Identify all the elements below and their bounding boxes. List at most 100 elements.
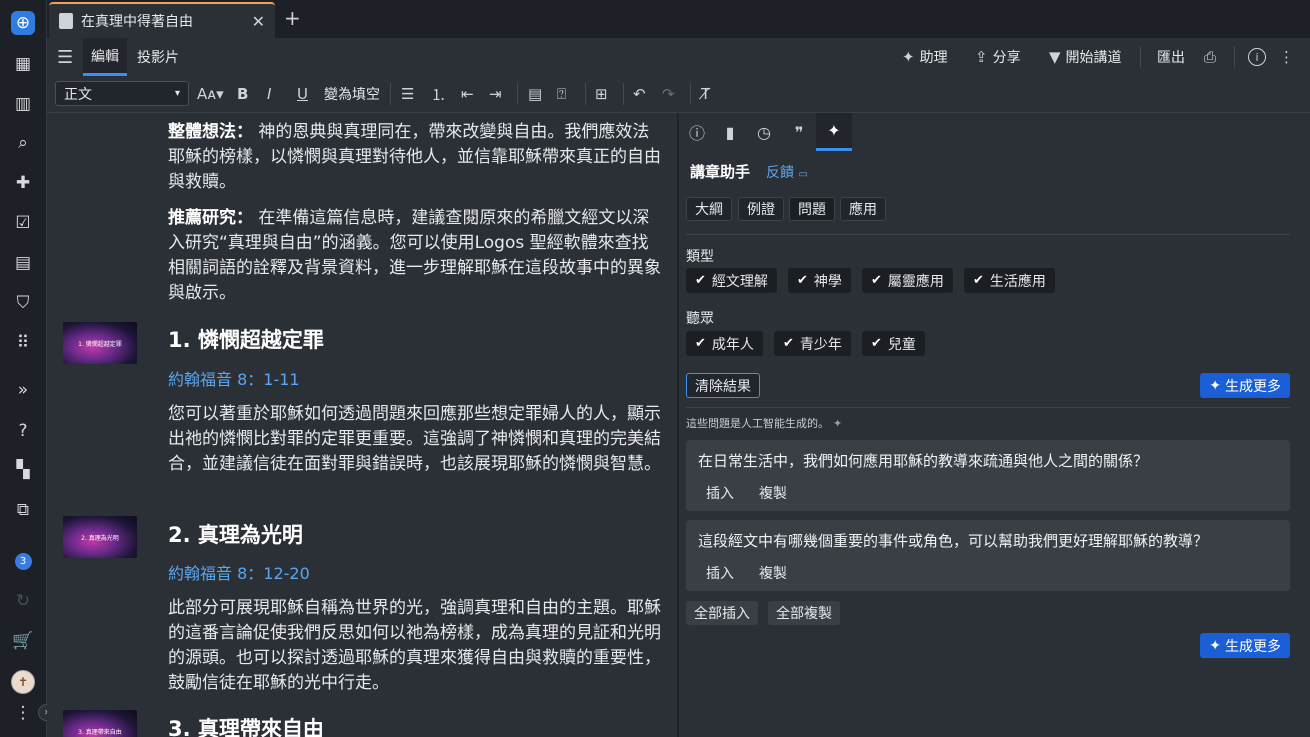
- redo-icon[interactable]: ↷: [662, 83, 675, 105]
- copy-all-button[interactable]: 全部複製: [768, 601, 840, 625]
- copy-button[interactable]: 複製: [759, 563, 787, 583]
- export-button[interactable]: 匯出: [1157, 46, 1185, 68]
- bold-icon[interactable]: B: [237, 83, 248, 105]
- share-button[interactable]: ⇪ 分享: [975, 46, 1021, 68]
- slide-thumbnail[interactable]: 2. 真理為光明: [63, 516, 137, 558]
- print-icon[interactable]: ⎙: [1204, 46, 1216, 68]
- italic-icon[interactable]: I: [267, 83, 271, 105]
- notes-icon[interactable]: ▮: [712, 113, 748, 151]
- section-heading[interactable]: 2. 真理為光明: [168, 519, 303, 549]
- section-body[interactable]: 此部分可展現耶穌自稱為世界的光，強調真理和自由的主題。耶穌的這番言論促使我們反思…: [168, 596, 663, 696]
- document-icon[interactable]: ▤: [11, 251, 35, 275]
- shield-icon[interactable]: ⛉: [11, 291, 35, 315]
- mode-outline[interactable]: 大綱: [686, 197, 732, 221]
- new-tab-icon[interactable]: +: [284, 6, 301, 30]
- assistant-button[interactable]: ✦ 助理: [902, 46, 948, 68]
- more-vertical-icon[interactable]: ⋮: [11, 701, 35, 725]
- logos-logo-icon[interactable]: ⊕: [11, 11, 35, 35]
- format-toolbar: 正文 ▾ Aᴀ▾ B I U 變為填空 ☰ ⒈ ⇤ ⇥ ▤ ⍰ ⊞ ↶ ↷ T̸: [47, 76, 1310, 113]
- close-tab-icon[interactable]: ✕: [252, 12, 265, 31]
- section-body[interactable]: 您可以著重於耶穌如何透過問題來回應那些想定罪婦人的人，顯示出祂的憐憫比對罪的定罪…: [168, 402, 663, 477]
- search-icon[interactable]: ⌕: [11, 131, 35, 155]
- clear-results-button[interactable]: 清除結果: [686, 373, 760, 398]
- overall-idea-paragraph[interactable]: 整體想法： 神的恩典與真理同在，帶來改變與自由。我們應效法耶穌的榜樣，以憐憫與真…: [168, 120, 663, 195]
- check-icon: ✔: [783, 336, 794, 351]
- dashboard-icon[interactable]: ▦: [11, 52, 35, 76]
- expand-double-chevron-icon[interactable]: »: [11, 378, 35, 402]
- cart-icon[interactable]: 🛒: [11, 629, 35, 653]
- apps-grid-icon[interactable]: ⠿: [11, 331, 35, 355]
- scripture-reference-link[interactable]: 約翰福音 8：1-11: [168, 366, 300, 390]
- bible-icon[interactable]: ✚: [11, 171, 35, 195]
- audience-checkbox[interactable]: ✔ 青少年: [774, 331, 851, 356]
- sync-icon[interactable]: ↻: [11, 589, 35, 613]
- bullet-list-icon[interactable]: ☰: [401, 83, 414, 105]
- question-block-icon[interactable]: ⍰: [557, 83, 566, 105]
- audience-checkbox[interactable]: ✔ 成年人: [686, 331, 763, 356]
- check-icon: ✔: [695, 273, 706, 288]
- sparkle-icon: ✦: [1209, 377, 1221, 394]
- numbered-list-icon[interactable]: ⒈: [431, 83, 446, 105]
- copy-button[interactable]: 複製: [759, 483, 787, 503]
- type-checkbox[interactable]: ✔ 屬靈應用: [862, 268, 953, 293]
- library-icon[interactable]: ▥: [11, 92, 35, 116]
- check-icon: ✔: [695, 336, 706, 351]
- divider: [1140, 46, 1141, 68]
- slide-thumbnail[interactable]: 3. 真理帶來自由: [63, 710, 137, 737]
- underline-icon[interactable]: U: [297, 83, 308, 105]
- tab-slides[interactable]: 投影片: [129, 38, 187, 76]
- audience-label: 聽眾: [686, 311, 714, 327]
- notifications-badge[interactable]: 3: [11, 549, 35, 573]
- slide-thumbnail[interactable]: 1. 憐憫超越定罪: [63, 322, 137, 364]
- undo-icon[interactable]: ↶: [633, 83, 646, 105]
- checklist-icon[interactable]: ☑: [11, 211, 35, 235]
- mode-application[interactable]: 應用: [840, 197, 886, 221]
- sermon-editor[interactable]: 整體想法： 神的恩典與真理同在，帶來改變與自由。我們應效法耶穌的榜樣，以憐憫與真…: [47, 113, 677, 737]
- insert-button[interactable]: 插入: [706, 483, 734, 503]
- ai-generated-note: 這些問題是人工智能生成的。 ✦: [686, 416, 843, 431]
- help-icon[interactable]: ?: [11, 419, 35, 443]
- info-icon[interactable]: ⓘ: [679, 113, 715, 151]
- menu-icon[interactable]: ☰: [57, 47, 73, 68]
- outdent-icon[interactable]: ⇤: [461, 83, 474, 105]
- scripture-reference-link[interactable]: 約翰福音 8：12-20: [168, 560, 310, 584]
- type-checkbox[interactable]: ✔ 生活應用: [964, 268, 1055, 293]
- overall-idea-label: 整體想法：: [168, 122, 253, 142]
- avatar[interactable]: ✝: [11, 670, 35, 694]
- quote-icon[interactable]: ❞: [781, 113, 817, 151]
- divider: [1234, 46, 1235, 68]
- feedback-link[interactable]: 反饋 ▭: [766, 162, 808, 182]
- mode-illustration[interactable]: 例證: [738, 197, 784, 221]
- question-text: 在日常生活中，我們如何應用耶穌的教導來疏通與他人之間的關係？: [698, 452, 1149, 470]
- section-heading[interactable]: 3. 真理帶來自由: [168, 713, 324, 737]
- start-sermon-button[interactable]: ▼ 開始講道: [1049, 46, 1122, 68]
- info-icon[interactable]: i: [1248, 46, 1266, 68]
- type-checkbox[interactable]: ✔ 神學: [788, 268, 851, 293]
- layout-icon[interactable]: ▚: [11, 458, 35, 482]
- block-icon[interactable]: ▤: [528, 83, 542, 105]
- history-icon[interactable]: ◷: [746, 113, 782, 151]
- section-heading[interactable]: 1. 憐憫超越定罪: [168, 324, 324, 354]
- close-panels-icon[interactable]: ⧉: [11, 498, 35, 522]
- indent-icon[interactable]: ⇥: [489, 83, 502, 105]
- generate-more-button[interactable]: ✦ 生成更多: [1200, 373, 1290, 398]
- document-tab[interactable]: 在真理中得著自由 ✕: [49, 2, 275, 38]
- recommended-study-paragraph[interactable]: 推薦研究： 在準備這篇信息時，建議查閱原來的希臘文經文以深入研究“真理與自由”的…: [168, 206, 663, 306]
- audience-checkbox[interactable]: ✔ 兒童: [862, 331, 925, 356]
- tab-edit[interactable]: 編輯: [83, 38, 127, 76]
- type-checkbox[interactable]: ✔ 經文理解: [686, 268, 777, 293]
- insert-button[interactable]: 插入: [706, 563, 734, 583]
- generate-more-button[interactable]: ✦ 生成更多: [1200, 633, 1290, 658]
- more-vertical-icon[interactable]: ⋮: [1279, 46, 1294, 68]
- question-text: 這段經文中有哪幾個重要的事件或角色，可以幫助我們更好理解耶穌的教導？: [698, 532, 1209, 550]
- divider: [390, 83, 391, 105]
- insert-all-button[interactable]: 全部插入: [686, 601, 758, 625]
- add-slide-icon[interactable]: ⊞: [595, 83, 608, 105]
- clear-format-icon[interactable]: T̸: [701, 83, 710, 105]
- paragraph-style-select[interactable]: 正文 ▾: [55, 81, 189, 106]
- font-size-icon[interactable]: Aᴀ▾: [197, 83, 224, 105]
- sparkle-icon[interactable]: ✦: [816, 113, 852, 151]
- mode-questions[interactable]: 問題: [789, 197, 835, 221]
- fill-in-blank-button[interactable]: 變為填空: [324, 83, 380, 105]
- question-card: 這段經文中有哪幾個重要的事件或角色，可以幫助我們更好理解耶穌的教導？ 插入 複製: [686, 520, 1290, 591]
